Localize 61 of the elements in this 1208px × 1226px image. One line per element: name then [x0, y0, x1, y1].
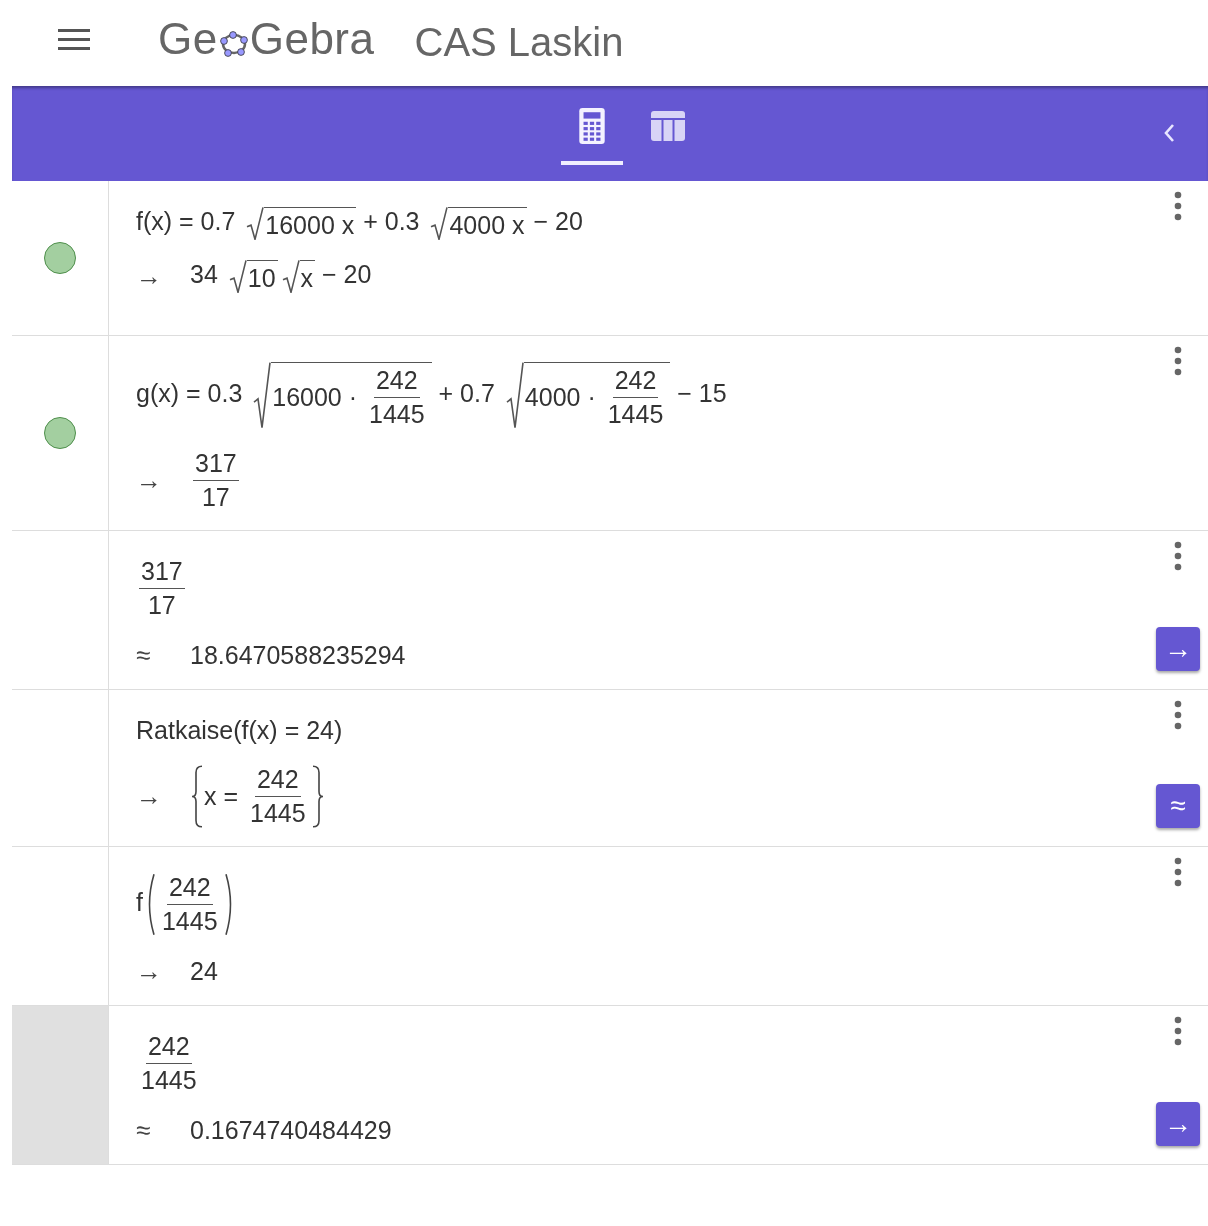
- math-text: g(x) = 0.3: [136, 379, 244, 408]
- result-symbol: →: [136, 261, 163, 292]
- math-text: 317: [141, 557, 183, 585]
- radical-sign-icon: [505, 362, 524, 429]
- result-symbol: →: [136, 956, 163, 987]
- math-text: Ratkaise(f(x) = 24): [136, 716, 343, 744]
- math-text: x =: [204, 782, 240, 811]
- math-text: 17: [147, 591, 176, 619]
- logo-text: Gebra: [249, 14, 375, 64]
- visibility-dot[interactable]: [44, 242, 76, 274]
- math-text: 242: [256, 765, 299, 793]
- math-text: − 15: [676, 379, 727, 408]
- math-text: 18.6470588235294: [190, 641, 406, 669]
- math-text: + 0.7: [437, 379, 496, 408]
- math-text: + 0.3: [362, 207, 421, 236]
- math-text: 1445: [161, 907, 218, 935]
- evaluate-mode-button[interactable]: →: [1156, 627, 1200, 671]
- menu-icon[interactable]: [58, 28, 90, 50]
- more-options-icon[interactable]: [1174, 1016, 1182, 1046]
- math-text: f(x) = 0.7: [136, 207, 237, 236]
- math-text: 10: [247, 264, 276, 293]
- math-text: 16000 ·: [272, 383, 359, 412]
- visibility-dot[interactable]: [44, 417, 76, 449]
- result-symbol: ≈: [136, 640, 152, 671]
- math-text: − 20: [321, 260, 372, 289]
- result-symbol: →: [136, 781, 163, 812]
- math-text: 16000 x: [265, 211, 355, 240]
- math-text: 1445: [250, 799, 306, 827]
- more-options-icon[interactable]: [1174, 541, 1182, 571]
- evaluate-mode-button[interactable]: →: [1156, 1102, 1200, 1146]
- math-text: 1445: [369, 400, 425, 428]
- math-text: 4000 x: [449, 211, 525, 240]
- more-options-icon[interactable]: [1174, 346, 1182, 376]
- more-options-icon[interactable]: [1174, 857, 1182, 887]
- chevron-left-icon[interactable]: [1162, 122, 1176, 144]
- math-text: 4000 ·: [524, 383, 597, 412]
- result-symbol: ≈: [136, 1115, 152, 1146]
- math-text: 17: [201, 483, 230, 511]
- more-options-icon[interactable]: [1174, 700, 1182, 730]
- math-text: 242: [614, 366, 657, 394]
- math-text: 1445: [607, 400, 664, 428]
- math-text: 242: [375, 366, 418, 394]
- math-text: 24: [190, 957, 218, 985]
- math-text: 1445: [141, 1066, 197, 1094]
- brace-icon: [190, 765, 204, 828]
- math-text: x: [300, 264, 314, 293]
- logo-text: Ge: [158, 14, 218, 64]
- math-text: − 20: [532, 207, 583, 236]
- math-text: 242: [168, 873, 211, 901]
- app-title: CAS Laskin: [414, 19, 624, 65]
- more-options-icon[interactable]: [1174, 191, 1182, 221]
- math-text: 0.1674740484429: [190, 1116, 392, 1144]
- math-text: 34: [190, 260, 219, 289]
- radical-sign-icon: [253, 362, 272, 429]
- evaluate-mode-button[interactable]: ≈: [1156, 784, 1200, 828]
- math-text: 242: [147, 1032, 190, 1060]
- logo-pentagon-icon: [218, 28, 249, 58]
- brace-icon: [310, 765, 325, 828]
- math-text: 317: [195, 449, 237, 477]
- result-symbol: →: [136, 465, 163, 496]
- math-text: f: [136, 888, 143, 917]
